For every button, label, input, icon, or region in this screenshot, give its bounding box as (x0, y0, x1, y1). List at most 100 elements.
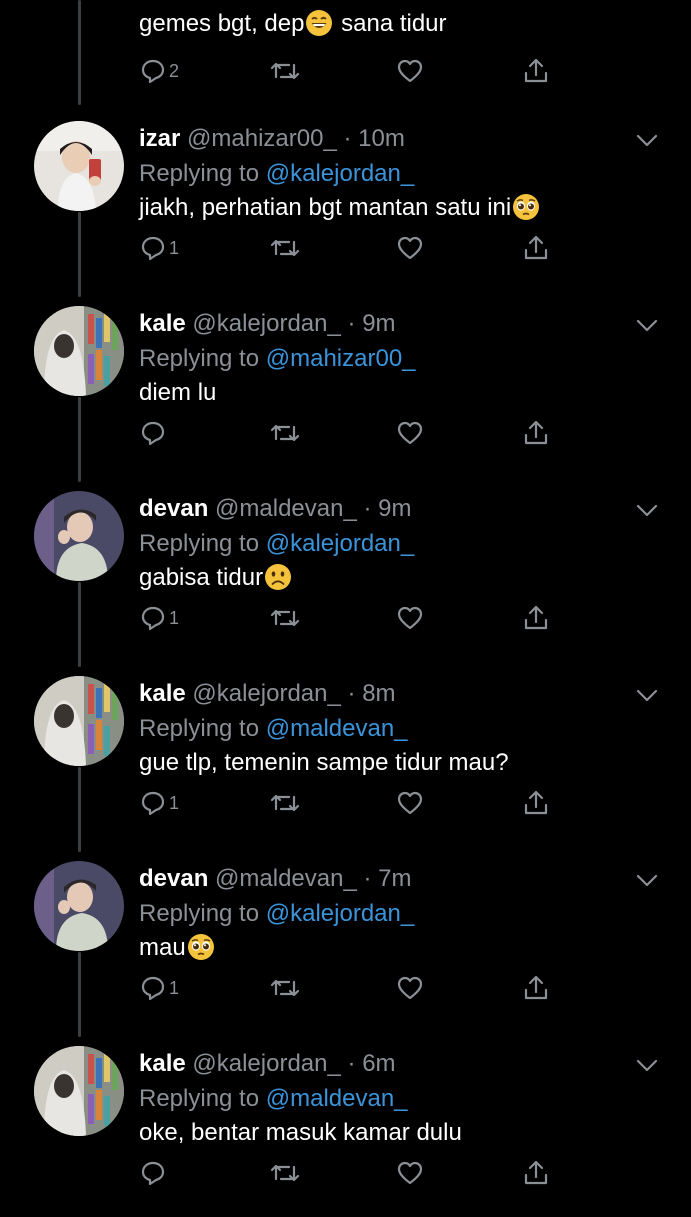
avatar-devan[interactable] (34, 491, 124, 581)
reply-button[interactable]: 1 (139, 233, 179, 263)
display-name[interactable]: kale (139, 1050, 186, 1077)
replying-to-line: Replying to @kalejordan_ (139, 529, 414, 559)
like-button[interactable] (396, 233, 424, 263)
share-button[interactable] (522, 418, 550, 448)
tweet-text-content: jiakh, perhatian bgt mantan satu ini (139, 194, 512, 221)
like-button[interactable] (396, 603, 424, 633)
retweet-icon (270, 239, 300, 257)
reply-button[interactable]: 2 (139, 56, 179, 86)
user-handle[interactable]: @kalejordan_ (192, 310, 340, 337)
slightly-frowning-emoji (265, 564, 292, 590)
display-name[interactable]: devan (139, 865, 208, 892)
separator-dot: · (347, 1050, 356, 1077)
replying-to-label: Replying to (139, 530, 266, 557)
replying-to-link[interactable]: @maldevan_ (266, 1085, 408, 1112)
reply-button[interactable] (139, 418, 169, 448)
tweet-actions: 1 (139, 603, 559, 633)
like-button[interactable] (396, 788, 424, 818)
avatar-devan[interactable] (34, 861, 124, 951)
tweet-header: devan @maldevan_ · 7m (139, 864, 412, 894)
replying-to-link[interactable]: @kalejordan_ (266, 530, 414, 557)
share-button[interactable] (522, 1158, 550, 1188)
replying-to-label: Replying to (139, 1085, 266, 1112)
replying-to-link[interactable]: @mahizar00_ (266, 345, 416, 372)
tweet[interactable]: kale @kalejordan_ · 8m Replying to @mald… (0, 662, 691, 847)
retweet-button[interactable] (270, 788, 300, 818)
tweet-text-content: gabisa tidur (139, 564, 264, 591)
timestamp[interactable]: 6m (362, 1050, 395, 1077)
heart-icon (397, 976, 423, 1000)
tweet[interactable]: izar @mahizar00_ · 10m Replying to @kale… (0, 107, 691, 292)
grin-emoji (306, 10, 333, 36)
reply-count: 2 (169, 60, 180, 81)
share-icon (524, 58, 548, 83)
retweet-button[interactable] (270, 973, 300, 1003)
user-handle[interactable]: @mahizar00_ (187, 125, 337, 152)
separator-dot: · (363, 495, 372, 522)
replying-to-link[interactable]: @kalejordan_ (266, 900, 414, 927)
display-name[interactable]: izar (139, 125, 180, 152)
timestamp[interactable]: 9m (362, 310, 395, 337)
reply-button[interactable]: 1 (139, 973, 179, 1003)
reply-icon (141, 421, 165, 446)
like-button[interactable] (396, 1158, 424, 1188)
chevron-down-icon[interactable] (636, 504, 658, 518)
display-name[interactable]: kale (139, 680, 186, 707)
share-button[interactable] (522, 788, 550, 818)
tweet[interactable]: devan @maldevan_ · 7m Replying to @kalej… (0, 847, 691, 1032)
reply-button[interactable]: 1 (139, 603, 179, 633)
retweet-button[interactable] (270, 233, 300, 263)
chevron-down-icon[interactable] (636, 1059, 658, 1073)
reply-button[interactable]: 1 (139, 788, 179, 818)
reply-button[interactable] (139, 1158, 169, 1188)
share-icon (524, 605, 548, 630)
chevron-down-icon[interactable] (636, 319, 658, 333)
tweet-actions (139, 418, 559, 448)
display-name[interactable]: kale (139, 310, 186, 337)
timestamp[interactable]: 8m (362, 680, 395, 707)
replying-to-label: Replying to (139, 160, 266, 187)
retweet-button[interactable] (270, 418, 300, 448)
user-handle[interactable]: @maldevan_ (215, 865, 357, 892)
tweet[interactable]: devan @maldevan_ · 9m Replying to @kalej… (0, 477, 691, 662)
share-button[interactable] (522, 233, 550, 263)
tweet-actions: 1 (139, 788, 559, 818)
replying-to-label: Replying to (139, 345, 266, 372)
user-handle[interactable]: @maldevan_ (215, 495, 357, 522)
user-handle[interactable]: @kalejordan_ (192, 680, 340, 707)
avatar-izar[interactable] (34, 121, 124, 211)
share-button[interactable] (522, 56, 550, 86)
retweet-icon (270, 609, 300, 627)
replying-to-line: Replying to @maldevan_ (139, 1084, 408, 1114)
share-button[interactable] (522, 973, 550, 1003)
replying-to-link[interactable]: @maldevan_ (266, 715, 408, 742)
avatar-kale[interactable] (34, 676, 124, 766)
like-button[interactable] (396, 418, 424, 448)
avatar-kale[interactable] (34, 1046, 124, 1136)
tweet[interactable]: kale @kalejordan_ · 6m Replying to @mald… (0, 1032, 691, 1217)
chevron-down-icon[interactable] (636, 134, 658, 148)
timestamp[interactable]: 9m (378, 495, 411, 522)
reply-icon (141, 59, 165, 84)
display-name[interactable]: devan (139, 495, 208, 522)
retweet-button[interactable] (270, 56, 300, 86)
retweet-icon (270, 794, 300, 812)
timestamp[interactable]: 10m (358, 125, 405, 152)
retweet-button[interactable] (270, 1158, 300, 1188)
tweet-partial[interactable]: gemes bgt, dep sana tidur 2 (0, 0, 691, 100)
avatar-kale[interactable] (34, 306, 124, 396)
tweet-actions: 1 (139, 233, 559, 263)
like-button[interactable] (396, 56, 424, 86)
user-handle[interactable]: @kalejordan_ (192, 1050, 340, 1077)
retweet-button[interactable] (270, 603, 300, 633)
timestamp[interactable]: 7m (378, 865, 411, 892)
tweet-text-content: diem lu (139, 379, 217, 406)
tweet[interactable]: kale @kalejordan_ · 9m Replying to @mahi… (0, 292, 691, 477)
chevron-down-icon[interactable] (636, 874, 658, 888)
replying-to-link[interactable]: @kalejordan_ (266, 160, 414, 187)
like-button[interactable] (396, 973, 424, 1003)
reply-icon (141, 606, 165, 631)
chevron-down-icon[interactable] (636, 689, 658, 703)
reply-icon (141, 236, 165, 261)
share-button[interactable] (522, 603, 550, 633)
